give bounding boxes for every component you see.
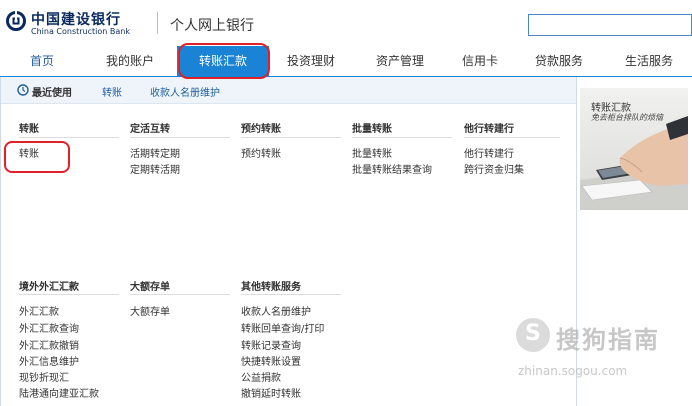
link-cross-bank-collection[interactable]: 跨行资金归集: [464, 161, 524, 176]
section-title: 大额存单: [130, 282, 170, 293]
link-batch-transfer[interactable]: 批量转账: [352, 145, 392, 160]
link-quick-transfer-settings[interactable]: 快捷转账设置: [241, 353, 301, 368]
promo-subtitle: 免去柜台排队的烦恼: [591, 113, 663, 122]
section-title: 转账: [19, 124, 39, 135]
header-divider: [157, 12, 158, 34]
link-fx-remit-query[interactable]: 外汇汇款查询: [19, 320, 79, 335]
nav-item-life[interactable]: 生活服务: [625, 46, 673, 76]
site-title: 个人网上银行: [170, 18, 254, 34]
link-fx-remit-cancel[interactable]: 外汇汇款撤销: [19, 337, 79, 352]
link-large-deposit[interactable]: 大额存单: [130, 303, 170, 318]
section-divider: [19, 137, 119, 138]
link-transfer-records[interactable]: 转账记录查询: [241, 337, 301, 352]
nav-item-my-account[interactable]: 我的账户: [106, 46, 154, 76]
section-divider: [241, 137, 341, 138]
section-divider: [241, 294, 341, 295]
main-nav: 首页 我的账户 转账汇款 投资理财 资产管理 信用卡 贷款服务 生活服务: [0, 46, 692, 76]
section-title: 境外外汇汇款: [19, 282, 79, 293]
nav-item-asset[interactable]: 资产管理: [376, 46, 424, 76]
section-title: 预约转账: [241, 124, 281, 135]
link-transfer[interactable]: 转账: [19, 145, 39, 160]
section-title: 定活互转: [130, 124, 170, 135]
nav-item-transfer[interactable]: 转账汇款: [177, 46, 269, 76]
nav-item-home[interactable]: 首页: [30, 46, 54, 76]
link-fx-remit[interactable]: 外汇汇款: [19, 303, 59, 318]
watermark-url: zhinan.sogou.com: [518, 364, 628, 378]
bank-name-cn: 中国建设银行: [31, 12, 121, 28]
header: 中国建设银行 China Construction Bank 个人网上银行: [0, 0, 692, 44]
section-divider: [464, 137, 560, 138]
section-divider: [352, 137, 452, 138]
promo-banner[interactable]: 转账汇款 免去柜台排队的烦恼: [580, 88, 688, 210]
recent-bar: 最近使用 转账 收款人名册维护: [0, 77, 576, 104]
nav-item-loan[interactable]: 贷款服务: [535, 46, 583, 76]
link-hk-remit[interactable]: 陆港通向建亚汇款: [19, 385, 99, 400]
search-input[interactable]: [528, 14, 692, 36]
section-divider: [130, 137, 230, 138]
recent-link-transfer[interactable]: 转账: [102, 84, 122, 99]
watermark-text: 搜狗指南: [556, 326, 660, 354]
link-payee-maintenance[interactable]: 收款人名册维护: [241, 303, 311, 318]
link-donation[interactable]: 公益捐款: [241, 369, 281, 384]
section-title: 其他转账服务: [241, 282, 301, 293]
nav-item-investment[interactable]: 投资理财: [287, 46, 335, 76]
link-fx-info[interactable]: 外汇信息维护: [19, 353, 79, 368]
sogou-watermark: S 搜狗指南 zhinan.sogou.com: [516, 318, 692, 390]
bank-name-en: China Construction Bank: [31, 27, 130, 36]
link-other-bank-to-ccb[interactable]: 他行转建行: [464, 145, 514, 160]
nav-item-credit-card[interactable]: 信用卡: [462, 46, 498, 76]
link-cash-to-remit[interactable]: 现钞折现汇: [19, 369, 69, 384]
link-cancel-delayed[interactable]: 撤销延时转账: [241, 385, 301, 400]
section-title: 他行转建行: [464, 124, 514, 135]
recent-link-payee[interactable]: 收款人名册维护: [150, 84, 220, 99]
section-divider: [19, 294, 119, 295]
recent-label: 最近使用: [32, 88, 72, 99]
link-receipt-print[interactable]: 转账回单查询/打印: [241, 320, 324, 335]
section-divider: [130, 294, 230, 295]
clock-icon: [17, 84, 29, 96]
panel-left-border: [0, 77, 1, 406]
section-title: 批量转账: [352, 124, 392, 135]
link-fixed-to-demand[interactable]: 定期转活期: [130, 161, 180, 176]
link-batch-result[interactable]: 批量转账结果查询: [352, 161, 432, 176]
link-scheduled-transfer[interactable]: 预约转账: [241, 145, 281, 160]
sogou-logo-icon: S: [516, 318, 550, 352]
link-demand-to-fixed[interactable]: 活期转定期: [130, 145, 180, 160]
ccb-logo-icon: [6, 11, 26, 31]
